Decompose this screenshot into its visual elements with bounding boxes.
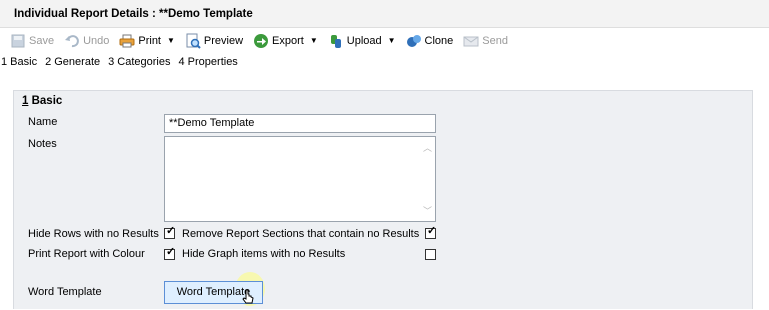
name-input[interactable]: **Demo Template (164, 114, 436, 133)
name-label: Name (28, 116, 58, 128)
preview-button[interactable]: Preview (185, 33, 243, 49)
export-button[interactable]: Export ▼ (253, 33, 318, 49)
send-label: Send (482, 34, 508, 47)
clone-icon (406, 33, 422, 49)
save-button[interactable]: Save (10, 33, 54, 49)
basic-section: 1 Basic Name **Demo Template Notes ︿ ﹀ H… (13, 90, 753, 309)
upload-button[interactable]: Upload ▼ (328, 33, 396, 49)
word-template-label: Word Template (28, 286, 102, 298)
remove-sections-label: Remove Report Sections that contain no R… (182, 228, 420, 240)
tab-properties[interactable]: 4 Properties (179, 56, 238, 68)
undo-label: Undo (83, 34, 110, 47)
tab-basic[interactable]: 1 Basic (1, 56, 37, 68)
tab-generate[interactable]: 2 Generate (45, 56, 100, 68)
print-dropdown-icon[interactable]: ▼ (167, 36, 175, 45)
notes-textarea[interactable]: ︿ ﹀ (164, 136, 436, 222)
undo-button[interactable]: Undo (64, 33, 109, 49)
export-label: Export (272, 34, 304, 47)
clone-button[interactable]: Clone (406, 33, 454, 49)
section-title-text: Basic (28, 95, 63, 107)
hide-graph-checkbox[interactable] (425, 249, 436, 260)
print-colour-checkbox[interactable]: ✓ (164, 246, 176, 260)
hide-rows-label: Hide Rows with no Results (28, 228, 159, 240)
tab-bar: 1 Basic 2 Generate 3 Categories 4 Proper… (0, 53, 246, 71)
scroll-down-icon[interactable]: ﹀ (423, 204, 432, 217)
check-icon: ✓ (166, 225, 176, 237)
hide-graph-label: Hide Graph items with no Results (182, 248, 346, 260)
preview-icon (185, 33, 201, 49)
save-label: Save (29, 34, 55, 47)
remove-sections-checkbox[interactable]: ✓ (425, 225, 437, 239)
export-dropdown-icon[interactable]: ▼ (310, 36, 318, 45)
toolbar: Save Undo Print ▼ Preview Export ▼ Uploa… (0, 28, 769, 53)
print-label: Print (138, 34, 161, 47)
undo-icon (64, 33, 80, 49)
divider (0, 72, 769, 90)
hide-rows-checkbox[interactable]: ✓ (164, 225, 176, 239)
upload-dropdown-icon[interactable]: ▼ (388, 36, 396, 45)
send-icon (463, 33, 479, 49)
section-title: 1 Basic (22, 95, 62, 107)
print-colour-label: Print Report with Colour (28, 248, 145, 260)
upload-icon (328, 33, 344, 49)
tab-categories[interactable]: 3 Categories (108, 56, 170, 68)
mouse-cursor-icon (240, 289, 256, 305)
export-icon (253, 33, 269, 49)
notes-scrollbar[interactable]: ︿ ﹀ (419, 137, 435, 221)
send-button[interactable]: Send (463, 33, 508, 49)
notes-label: Notes (28, 138, 57, 150)
upload-label: Upload (346, 34, 382, 47)
clone-label: Clone (424, 34, 454, 47)
print-icon (119, 33, 135, 49)
print-button[interactable]: Print ▼ (119, 33, 175, 49)
preview-label: Preview (203, 34, 244, 47)
check-icon: ✓ (427, 225, 437, 237)
save-icon (10, 33, 26, 49)
window-title: Individual Report Details : **Demo Templ… (0, 0, 769, 28)
scroll-up-icon[interactable]: ︿ (423, 141, 432, 154)
check-icon: ✓ (166, 246, 176, 258)
